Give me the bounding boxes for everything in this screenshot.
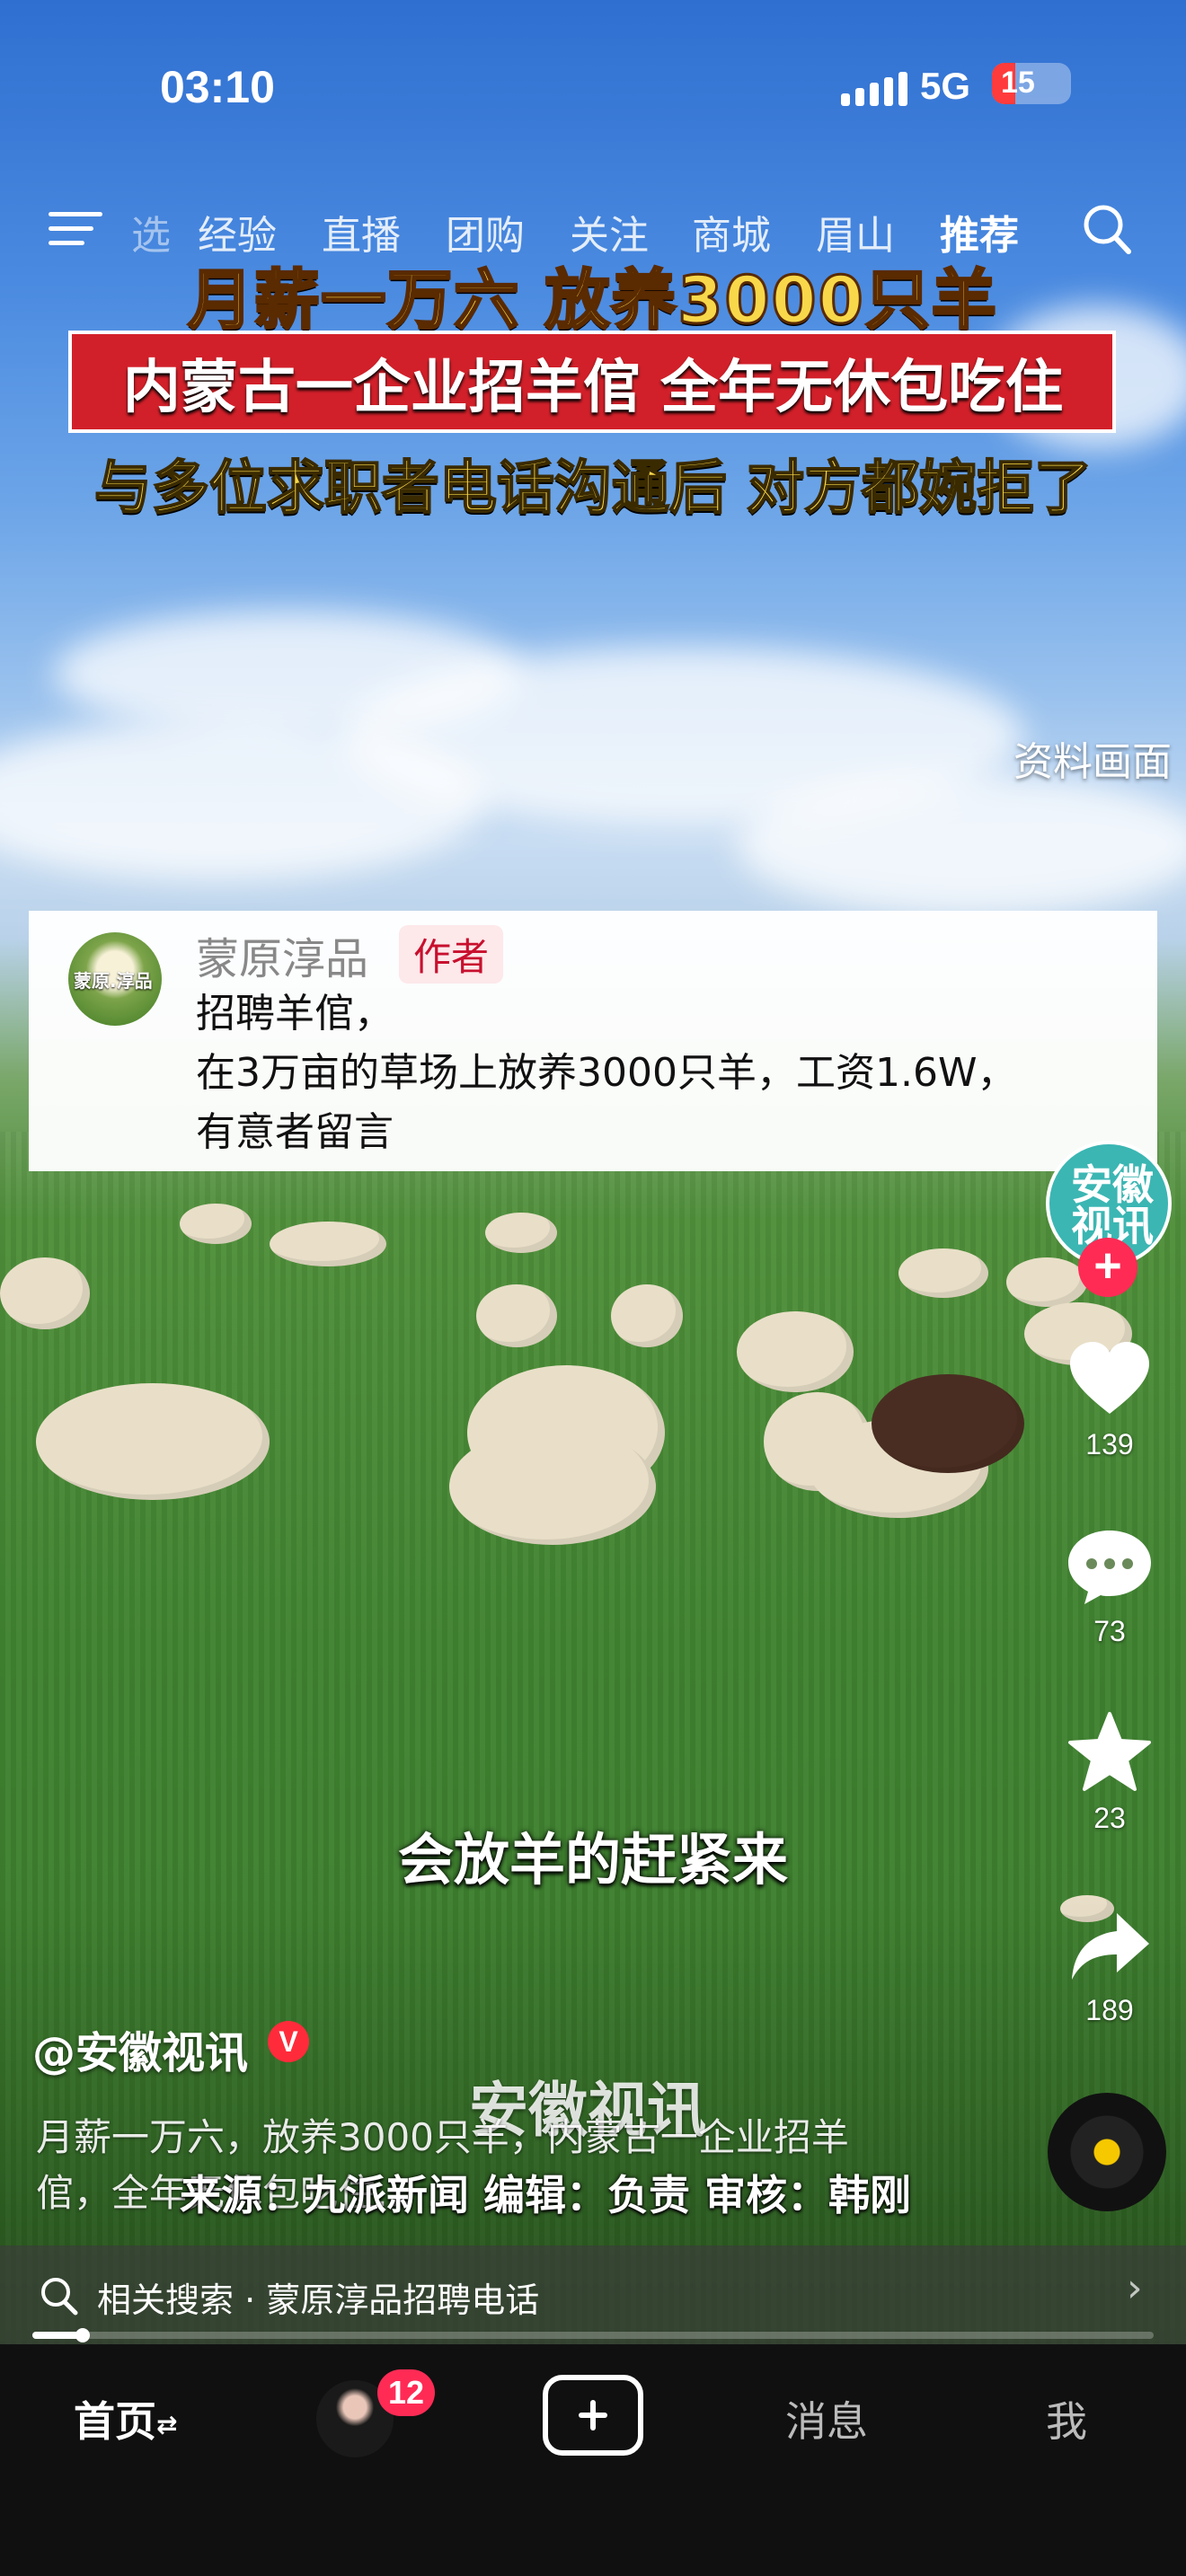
tab-home[interactable]: 首页⇄ <box>74 2389 177 2448</box>
sheep <box>0 1257 90 1329</box>
comment-line: 有意者留言 <box>196 1109 394 1155</box>
tab-me[interactable]: 我 <box>1046 2389 1087 2448</box>
status-bar: 03:10 5G 15 <box>0 54 1186 117</box>
signal-icon <box>841 72 907 106</box>
sheep <box>898 1248 988 1298</box>
share-button[interactable]: 189 <box>1051 1908 1168 2027</box>
sheep <box>737 1311 854 1392</box>
comment-button[interactable]: 73 <box>1051 1525 1168 1648</box>
clock: 03:10 <box>160 62 275 112</box>
comment-line: 招聘羊倌， <box>196 991 394 1037</box>
cloud <box>737 772 1186 916</box>
video-credit: 来源：九派新闻 编辑：负责 审核：韩刚 <box>180 2171 912 2219</box>
sheep <box>872 1374 1024 1473</box>
headline-declined: 与多位求职者电话沟通后 对方都婉拒了 <box>93 454 1093 523</box>
friends-badge: 12 <box>377 2369 436 2416</box>
post-author[interactable]: @安徽视讯 <box>32 2017 248 2080</box>
pinned-comment[interactable]: 蒙原.淳品 蒙原淳品 作者 招聘羊倌， 在3万亩的草场上放养3000只羊，工资1… <box>29 911 1157 1171</box>
sheep <box>180 1204 252 1244</box>
headline-salary: 月薪一万六 放养3000只羊 <box>187 261 998 340</box>
like-button[interactable]: 139 <box>1051 1338 1168 1461</box>
video-subtitle: 会放羊的赶紧来 <box>397 1827 788 1892</box>
menu-icon[interactable] <box>49 207 102 251</box>
comment-line: 在3万亩的草场上放养3000只羊，工资1.6W， <box>196 1050 1017 1096</box>
comment-author[interactable]: 蒙原淳品 <box>196 923 368 986</box>
share-icon <box>1072 1913 1149 1980</box>
comment-icon <box>1068 1531 1151 1604</box>
search-icon <box>41 2278 78 2316</box>
video-progress-bar[interactable] <box>32 2328 1154 2342</box>
comment-avatar[interactable]: 蒙原.淳品 <box>68 932 162 1026</box>
sheep <box>476 1284 557 1347</box>
sheep <box>270 1222 386 1266</box>
sheep <box>449 1428 656 1545</box>
battery-level: 15 <box>1001 66 1035 100</box>
share-count: 189 <box>1085 1994 1134 2026</box>
sheep <box>1006 1257 1087 1307</box>
music-disc-icon[interactable] <box>1048 2093 1166 2211</box>
sheep <box>611 1284 683 1347</box>
star-icon <box>1068 1712 1151 1791</box>
battery-icon: 15 <box>992 63 1071 104</box>
related-search-bar[interactable]: 相关搜索 · 蒙原淳品招聘电话 › <box>0 2245 1186 2344</box>
post-description[interactable]: 月薪一万六，放养3000只羊，内蒙古一企业招羊 <box>36 2107 849 2162</box>
like-count: 139 <box>1085 1428 1134 1460</box>
verified-icon: V <box>268 2021 309 2062</box>
related-search-text: 相关搜索 · 蒙原淳品招聘电话 <box>97 2280 540 2320</box>
chevron-right-icon: › <box>1127 2265 1143 2311</box>
network-type: 5G <box>920 65 971 107</box>
archive-footage-label: 资料画面 <box>1013 739 1172 785</box>
author-badge: 作者 <box>399 925 504 984</box>
create-button[interactable] <box>543 2375 643 2456</box>
headline-hiring: 内蒙古一企业招羊倌 全年无休包吃住 <box>122 355 1064 421</box>
heart-icon <box>1070 1342 1149 1414</box>
tab-messages[interactable]: 消息 <box>785 2389 868 2448</box>
sheep <box>36 1383 270 1500</box>
comment-count: 73 <box>1093 1615 1126 1647</box>
sheep <box>485 1213 557 1253</box>
bottom-tab-bar: 首页⇄ 12 消息 我 <box>0 2346 1186 2576</box>
follow-button[interactable]: + <box>1078 1238 1137 1297</box>
